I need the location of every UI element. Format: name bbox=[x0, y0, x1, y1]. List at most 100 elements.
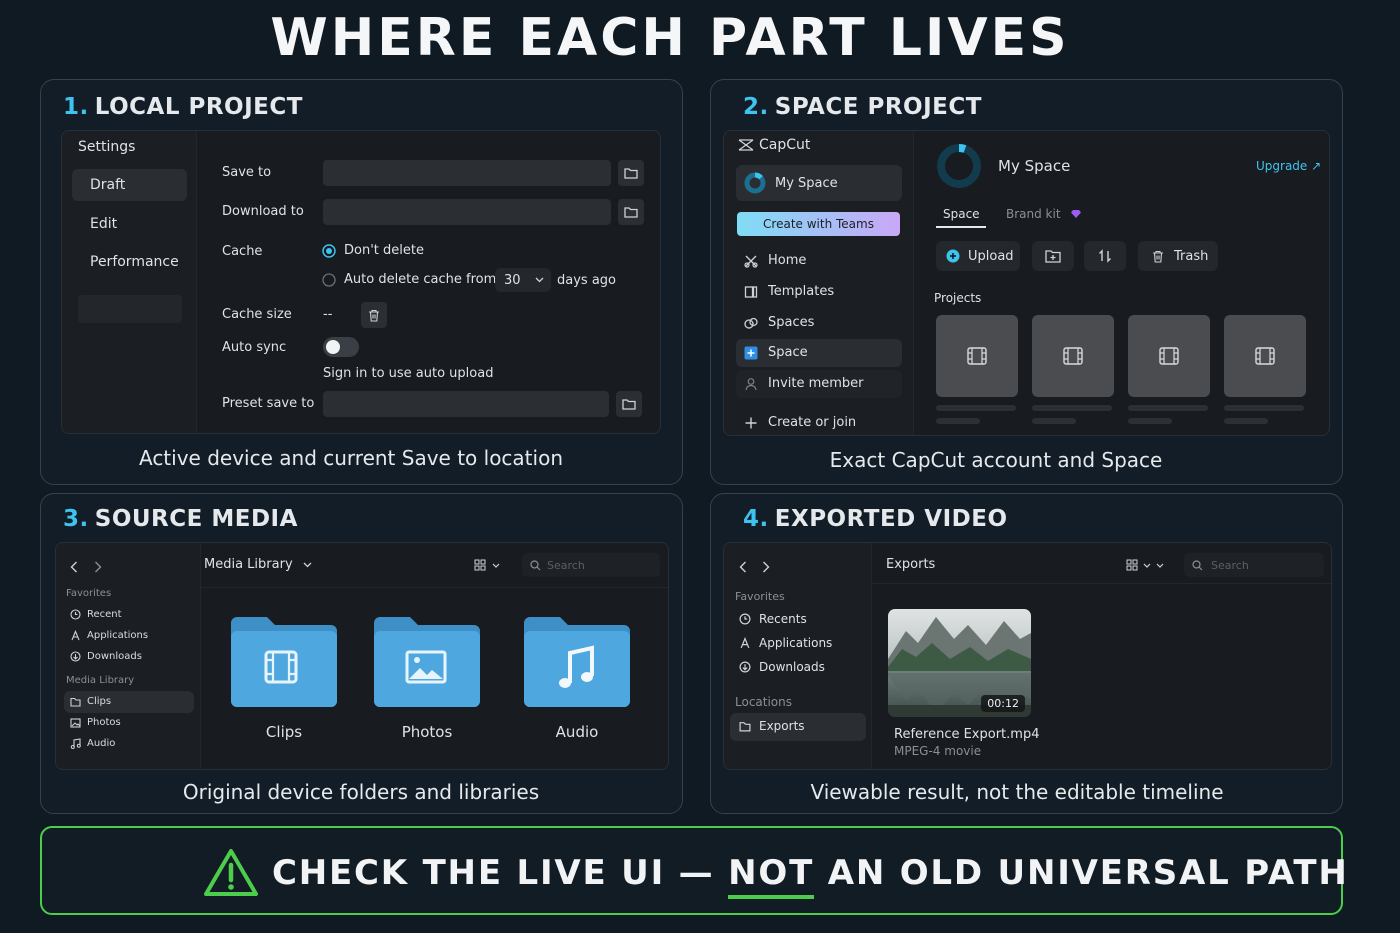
nav-home[interactable]: Home bbox=[744, 253, 806, 268]
file-type: MPEG-4 movie bbox=[894, 744, 982, 758]
days-select[interactable]: 30 bbox=[495, 268, 551, 292]
nav-create-or-join-label: Create or join bbox=[768, 415, 857, 430]
sidebar-item-downloads-label: Downloads bbox=[87, 651, 142, 662]
clips-folder-icon bbox=[231, 617, 337, 707]
sidebar-item-downloads[interactable]: Downloads bbox=[739, 660, 825, 674]
local-project-caption: Active device and current Save to locati… bbox=[138, 446, 563, 470]
space-project-card: 2. SPACE PROJECT CapCut My Space Create w… bbox=[710, 79, 1343, 485]
section-number: 1. bbox=[63, 94, 89, 120]
nav-spaces[interactable]: Spaces bbox=[744, 315, 814, 330]
save-to-field[interactable] bbox=[323, 160, 611, 186]
dont-delete-label: Don't delete bbox=[344, 243, 424, 258]
cache-size-value: -- bbox=[323, 307, 333, 322]
sidebar-item-downloads[interactable]: Downloads bbox=[70, 651, 142, 662]
spaces-icon bbox=[744, 317, 758, 329]
back-chevron-icon[interactable] bbox=[70, 558, 78, 577]
download-icon bbox=[739, 661, 751, 673]
view-options-button[interactable] bbox=[1126, 559, 1164, 571]
favorites-heading: Favorites bbox=[66, 588, 112, 599]
view-options-button[interactable] bbox=[474, 559, 500, 571]
folder-audio[interactable] bbox=[524, 615, 630, 711]
trash-button[interactable]: Trash bbox=[1138, 241, 1218, 271]
settings-title: Settings bbox=[78, 139, 136, 155]
media-search-field[interactable]: Search bbox=[522, 553, 660, 577]
sidebar-item-recent[interactable]: Recent bbox=[70, 609, 122, 620]
tab-performance[interactable]: Performance bbox=[90, 254, 179, 270]
nav-templates-label: Templates bbox=[768, 284, 835, 299]
folder-icon bbox=[622, 399, 636, 410]
new-folder-button[interactable] bbox=[1032, 241, 1074, 271]
tab-space-underline bbox=[936, 226, 986, 228]
folder-photos-label: Photos bbox=[401, 723, 453, 741]
section-number: 3. bbox=[63, 506, 89, 532]
days-ago-label: days ago bbox=[557, 273, 616, 288]
project-title-placeholder bbox=[1032, 405, 1112, 411]
film-icon bbox=[1159, 347, 1179, 365]
file-name[interactable]: Reference Export.mp4 bbox=[894, 727, 1039, 742]
save-to-browse-button[interactable] bbox=[618, 160, 644, 186]
project-title-placeholder bbox=[1128, 405, 1208, 411]
auto-delete-radio[interactable]: Auto delete cache from bbox=[322, 272, 496, 287]
search-icon bbox=[530, 559, 541, 570]
save-to-label: Save to bbox=[222, 165, 272, 180]
nav-invite-member[interactable]: Invite member bbox=[744, 376, 864, 391]
clock-icon bbox=[70, 609, 81, 620]
capcut-sidebar: CapCut My Space Create with Teams Home T… bbox=[724, 131, 914, 435]
sidebar-item-applications[interactable]: Applications bbox=[70, 630, 148, 641]
project-thumbnail[interactable] bbox=[936, 315, 1018, 397]
trash-label: Trash bbox=[1174, 248, 1209, 264]
sidebar-item-audio[interactable]: Audio bbox=[70, 738, 115, 749]
project-meta-placeholder bbox=[1128, 418, 1172, 424]
sign-in-hint[interactable]: Sign in to use auto upload bbox=[323, 366, 493, 381]
sidebar-item-exports[interactable]: Exports bbox=[739, 719, 805, 733]
project-thumbnail[interactable] bbox=[1224, 315, 1306, 397]
location-dropdown[interactable]: Media Library bbox=[204, 557, 312, 572]
nav-invite-member-label: Invite member bbox=[768, 376, 864, 391]
sort-button[interactable] bbox=[1084, 241, 1126, 271]
create-with-teams-button[interactable]: Create with Teams bbox=[737, 212, 900, 236]
exports-finder-window: Exports Search Favorites Recents Applica… bbox=[723, 542, 1332, 770]
sidebar-item-clips[interactable]: Clips bbox=[70, 696, 111, 707]
nav-create-or-join[interactable]: Create or join bbox=[744, 415, 856, 430]
upgrade-link[interactable]: Upgrade ↗ bbox=[1256, 159, 1321, 173]
duration-badge: 00:12 bbox=[981, 695, 1025, 712]
auto-sync-toggle[interactable] bbox=[323, 337, 359, 357]
search-icon bbox=[1192, 559, 1203, 570]
diamond-icon bbox=[1071, 210, 1081, 218]
project-thumbnail[interactable] bbox=[1032, 315, 1114, 397]
folder-clips[interactable] bbox=[231, 615, 337, 711]
preset-save-to-browse-button[interactable] bbox=[616, 391, 642, 417]
preset-save-to-field[interactable] bbox=[323, 391, 609, 417]
create-with-teams-label: Create with Teams bbox=[763, 217, 874, 231]
forward-chevron-icon[interactable] bbox=[94, 558, 102, 577]
folder-photos[interactable] bbox=[374, 615, 480, 711]
sidebar-item-recents[interactable]: Recents bbox=[739, 612, 807, 626]
exports-search-field[interactable]: Search bbox=[1184, 553, 1324, 577]
settings-panel: Settings Draft Edit Performance Save to … bbox=[61, 130, 661, 434]
forward-chevron-icon[interactable] bbox=[762, 558, 770, 577]
section-number: 2. bbox=[743, 94, 769, 120]
sidebar-item-photos[interactable]: Photos bbox=[70, 717, 121, 728]
source-media-heading: 3. SOURCE MEDIA bbox=[63, 506, 298, 532]
tab-brand-kit[interactable]: Brand kit bbox=[1006, 207, 1061, 221]
clear-cache-button[interactable] bbox=[361, 302, 387, 328]
cache-label: Cache bbox=[222, 244, 263, 259]
sidebar-item-applications[interactable]: Applications bbox=[739, 636, 832, 650]
back-chevron-icon[interactable] bbox=[739, 558, 747, 577]
nav-space[interactable]: Space bbox=[744, 345, 808, 360]
download-to-browse-button[interactable] bbox=[618, 199, 644, 225]
upload-label: Upload bbox=[968, 248, 1014, 264]
video-thumbnail[interactable]: 00:12 bbox=[888, 609, 1031, 717]
sidebar-item-clips-label: Clips bbox=[87, 696, 112, 707]
project-thumbnail[interactable] bbox=[1128, 315, 1210, 397]
tab-edit[interactable]: Edit bbox=[90, 216, 117, 232]
dont-delete-radio[interactable]: Don't delete bbox=[322, 243, 424, 258]
trash-icon bbox=[1153, 250, 1163, 263]
photo-icon bbox=[70, 717, 81, 728]
nav-templates[interactable]: Templates bbox=[744, 284, 834, 299]
toolbar-divider bbox=[872, 583, 1331, 584]
upload-button[interactable]: Upload bbox=[936, 241, 1020, 271]
download-to-field[interactable] bbox=[323, 199, 611, 225]
my-space-switcher[interactable]: My Space bbox=[736, 165, 902, 201]
tab-space[interactable]: Space bbox=[943, 207, 980, 221]
